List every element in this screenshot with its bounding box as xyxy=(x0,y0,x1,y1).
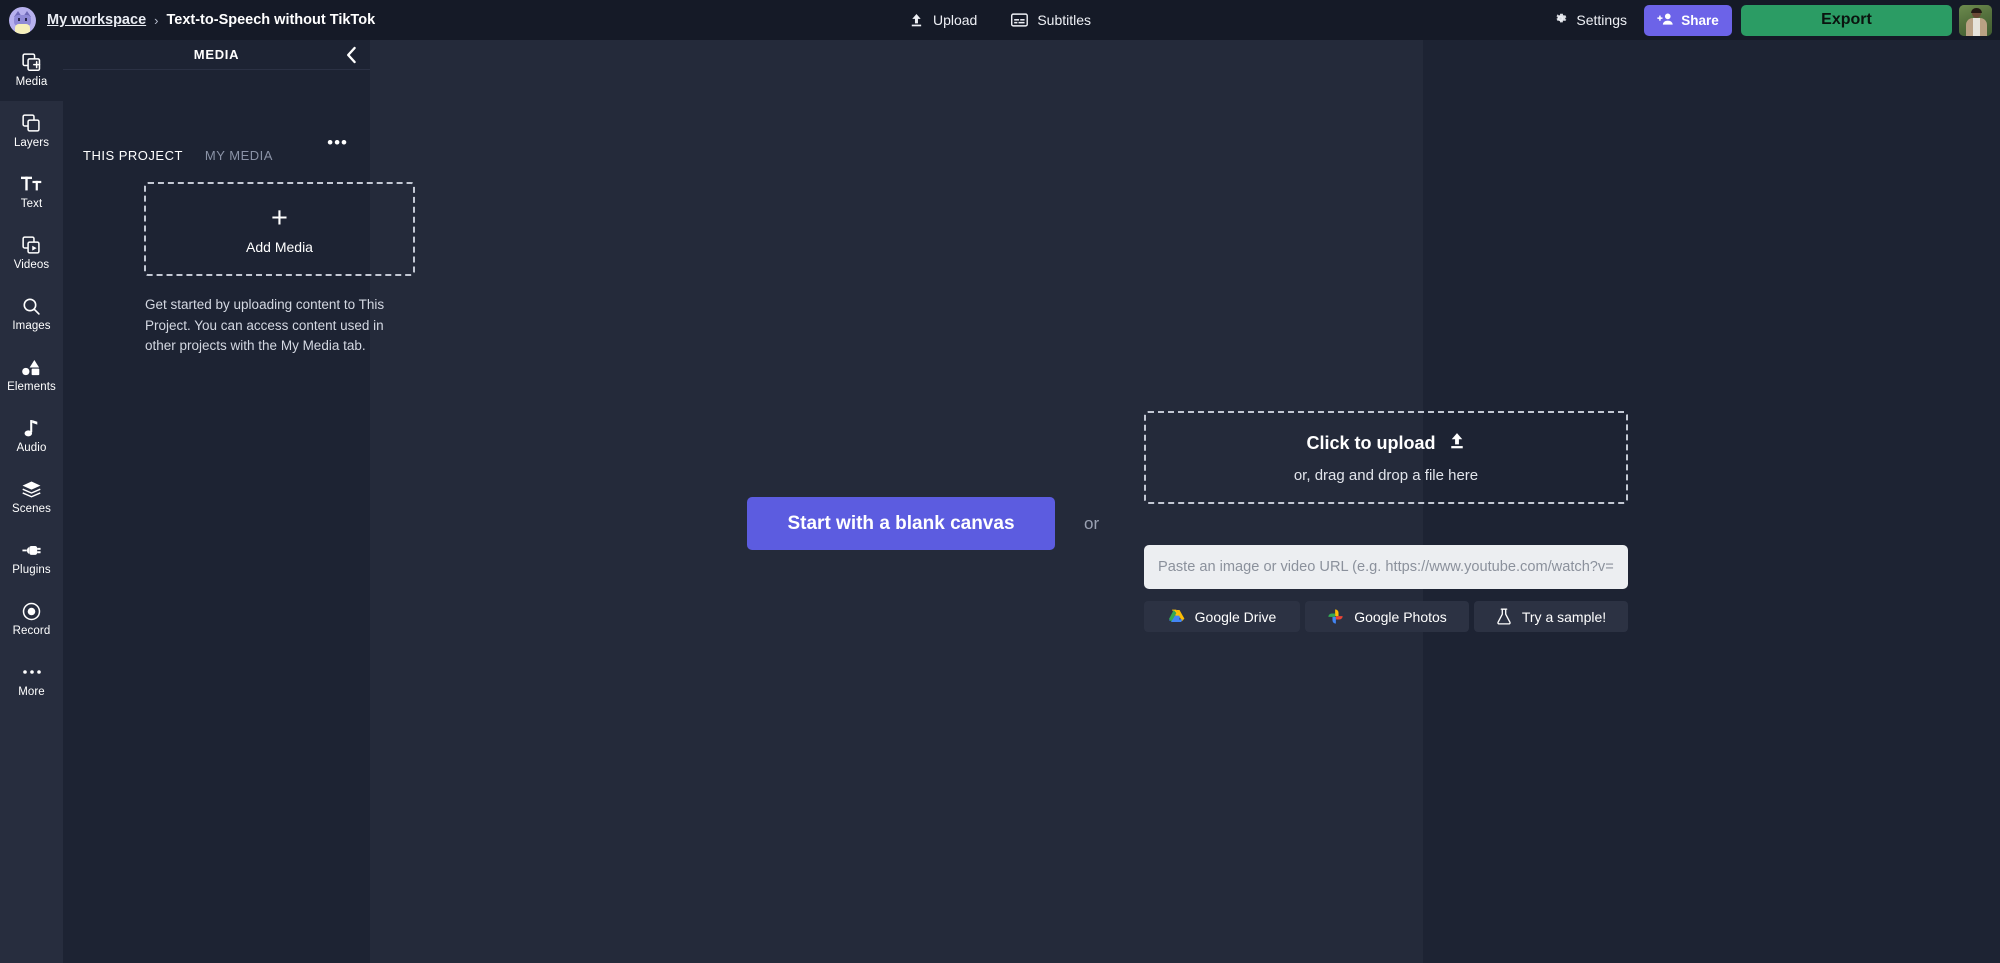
export-button[interactable]: Export xyxy=(1741,5,1952,36)
sidebar-item-images[interactable]: Images xyxy=(0,284,63,345)
user-avatar-photo[interactable] xyxy=(1959,5,1992,36)
share-button[interactable]: Share xyxy=(1644,5,1732,36)
media-panel-more-menu[interactable]: ••• xyxy=(327,134,348,151)
google-photos-button[interactable]: Google Photos xyxy=(1305,601,1469,632)
sidebar-item-label: Videos xyxy=(14,260,50,272)
google-drive-label: Google Drive xyxy=(1195,609,1277,625)
upload-button[interactable]: Upload xyxy=(909,12,977,28)
sidebar-item-label: Elements xyxy=(7,382,56,394)
media-panel-header: MEDIA xyxy=(63,40,370,70)
sidebar-item-elements[interactable]: Elements xyxy=(0,345,63,406)
media-panel: MEDIA ••• THIS PROJECT MY MEDIA + Add Me… xyxy=(63,40,370,963)
flask-icon xyxy=(1496,608,1512,625)
cat-avatar-icon xyxy=(9,7,36,34)
import-source-row: Google Drive Google Photos Try a sample! xyxy=(1144,601,1628,632)
sidebar-item-layers[interactable]: Layers xyxy=(0,101,63,162)
app-header: My workspace › Text-to-Speech without Ti… xyxy=(0,0,2000,40)
panel-title: MEDIA xyxy=(194,47,239,62)
upload-title-label: Click to upload xyxy=(1306,433,1435,454)
sidebar-item-audio[interactable]: Audio xyxy=(0,406,63,467)
plug-icon xyxy=(21,540,42,560)
video-play-icon xyxy=(22,235,41,255)
text-tt-icon xyxy=(21,174,43,194)
sidebar-item-label: Audio xyxy=(17,443,47,455)
sidebar-item-label: Layers xyxy=(14,138,49,150)
try-sample-label: Try a sample! xyxy=(1522,609,1606,625)
sidebar-item-label: More xyxy=(18,687,45,699)
add-media-label: Add Media xyxy=(246,239,313,255)
sidebar-item-label: Text xyxy=(21,199,43,211)
subtitles-button-label: Subtitles xyxy=(1037,12,1091,28)
stack-icon xyxy=(21,479,42,499)
google-drive-button[interactable]: Google Drive xyxy=(1144,601,1300,632)
upload-icon xyxy=(1448,432,1466,455)
sidebar-item-label: Plugins xyxy=(12,565,50,577)
sidebar-item-videos[interactable]: Videos xyxy=(0,223,63,284)
workspace-link[interactable]: My workspace xyxy=(47,12,146,28)
music-note-icon xyxy=(24,418,39,438)
upload-title-row: Click to upload xyxy=(1306,432,1465,455)
chevron-left-icon[interactable] xyxy=(345,46,358,64)
media-add-icon xyxy=(22,52,41,72)
sidebar-item-label: Scenes xyxy=(12,504,51,516)
header-right-group: Settings Share Export xyxy=(1553,0,2000,40)
upload-subtitle: or, drag and drop a file here xyxy=(1294,467,1478,484)
gear-icon xyxy=(1553,11,1568,29)
sidebar-item-text[interactable]: Text xyxy=(0,162,63,223)
sidebar-item-scenes[interactable]: Scenes xyxy=(0,467,63,528)
start-options-row: Start with a blank canvas or xyxy=(747,497,1099,550)
upload-button-label: Upload xyxy=(933,12,977,28)
sidebar-item-more[interactable]: More xyxy=(0,650,63,711)
left-tool-rail: Media Layers Text Videos xyxy=(0,40,63,963)
header-left-group: My workspace › Text-to-Speech without Ti… xyxy=(0,7,375,34)
tab-my-media[interactable]: MY MEDIA xyxy=(205,148,273,163)
ellipsis-icon xyxy=(22,662,42,682)
add-person-icon xyxy=(1657,12,1674,29)
sidebar-item-media[interactable]: Media xyxy=(0,40,63,101)
breadcrumb-separator: › xyxy=(154,13,158,28)
settings-label: Settings xyxy=(1576,12,1627,28)
layers-copy-icon xyxy=(22,113,41,133)
project-title[interactable]: Text-to-Speech without TikTok xyxy=(166,12,375,28)
upload-icon xyxy=(909,13,924,28)
sidebar-item-label: Record xyxy=(13,626,51,638)
record-dot-icon xyxy=(22,601,41,621)
plus-icon: + xyxy=(271,204,288,233)
media-url-input[interactable] xyxy=(1144,545,1628,589)
sidebar-item-label: Images xyxy=(12,321,50,333)
subtitles-icon xyxy=(1011,13,1028,27)
subtitles-button[interactable]: Subtitles xyxy=(1011,12,1091,28)
sidebar-item-record[interactable]: Record xyxy=(0,589,63,650)
media-panel-hint: Get started by uploading content to This… xyxy=(145,295,417,357)
sidebar-item-label: Media xyxy=(16,77,48,89)
search-icon xyxy=(22,296,41,316)
or-label: or xyxy=(1084,514,1099,534)
click-to-upload-dropzone[interactable]: Click to upload or, drag and drop a file… xyxy=(1144,411,1628,504)
sidebar-item-plugins[interactable]: Plugins xyxy=(0,528,63,589)
tab-this-project[interactable]: THIS PROJECT xyxy=(83,148,183,163)
start-blank-canvas-button[interactable]: Start with a blank canvas xyxy=(747,497,1055,550)
google-photos-label: Google Photos xyxy=(1354,609,1447,625)
settings-button[interactable]: Settings xyxy=(1553,11,1627,29)
share-label: Share xyxy=(1681,13,1719,28)
header-center-group: Upload Subtitles xyxy=(909,12,1091,28)
google-photos-icon xyxy=(1327,608,1344,625)
google-drive-icon xyxy=(1168,609,1185,624)
try-a-sample-button[interactable]: Try a sample! xyxy=(1474,601,1628,632)
shapes-icon xyxy=(22,357,42,377)
add-media-dropzone[interactable]: + Add Media xyxy=(144,182,415,276)
media-panel-tabs: THIS PROJECT MY MEDIA xyxy=(83,148,273,163)
